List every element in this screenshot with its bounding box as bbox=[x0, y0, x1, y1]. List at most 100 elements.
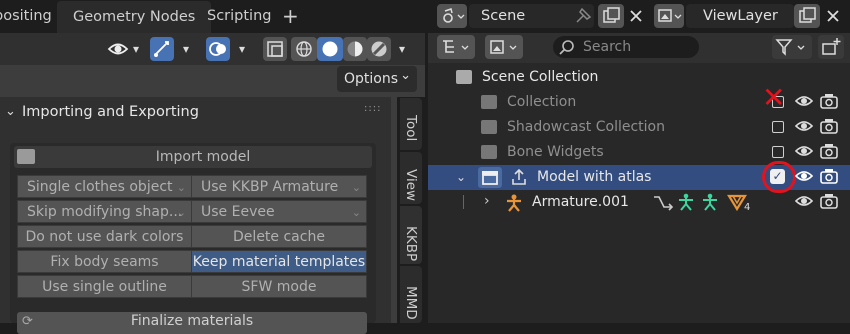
tab-scripting[interactable]: Scripting bbox=[199, 0, 279, 33]
wireframe-sphere-icon bbox=[296, 41, 312, 57]
single-outline-toggle[interactable]: Use single outline bbox=[17, 275, 192, 298]
delete-viewlayer-button[interactable] bbox=[821, 4, 845, 28]
new-collection-button[interactable] bbox=[818, 35, 844, 59]
shapekeys-dropdown[interactable]: Skip modifying shap... ⌄ bbox=[17, 200, 192, 223]
new-viewlayer-button[interactable] bbox=[794, 4, 820, 28]
chevron-down-icon[interactable]: ⌄ bbox=[5, 104, 16, 119]
button-label: SFW mode bbox=[241, 279, 317, 295]
pose-icon bbox=[676, 192, 696, 216]
xray-toggle[interactable] bbox=[263, 37, 287, 61]
sfw-mode-toggle[interactable]: SFW mode bbox=[191, 275, 367, 298]
delete-cache-toggle[interactable]: Delete cache bbox=[191, 225, 367, 248]
armature-dropdown[interactable]: Use KKBP Armature ⌄ bbox=[191, 175, 367, 198]
camera-icon[interactable] bbox=[820, 118, 838, 138]
chevron-right-icon[interactable]: › bbox=[484, 193, 490, 209]
add-workspace-button[interactable]: + bbox=[274, 0, 307, 33]
chevron-down-icon: ⌄ bbox=[176, 181, 186, 194]
keep-templates-toggle[interactable]: Keep material templates bbox=[191, 250, 367, 273]
exclude-checkbox[interactable] bbox=[772, 146, 784, 158]
mesh-count: 4 bbox=[744, 202, 751, 213]
funnel-icon bbox=[775, 39, 805, 56]
chevron-down-icon[interactable]: ▾ bbox=[232, 37, 252, 61]
overlays-toggle[interactable] bbox=[206, 37, 230, 61]
tab-view[interactable]: View bbox=[400, 152, 422, 204]
button-label: Single clothes object bbox=[27, 179, 173, 195]
collection-label: Shadowcast Collection bbox=[507, 119, 665, 135]
camera-icon[interactable] bbox=[820, 168, 838, 188]
collection-icon bbox=[481, 120, 497, 134]
button-label: Do not use dark colors bbox=[25, 229, 184, 245]
eye-icon[interactable] bbox=[794, 167, 814, 189]
chevron-down-icon: ⌄ bbox=[351, 181, 361, 194]
import-model-title: Import model bbox=[155, 149, 251, 165]
eye-icon[interactable] bbox=[794, 117, 814, 139]
eye-icon[interactable] bbox=[794, 192, 814, 214]
close-icon bbox=[827, 10, 839, 22]
drag-grip-icon[interactable]: :::: bbox=[364, 103, 381, 114]
exclude-checkbox[interactable] bbox=[772, 121, 784, 133]
scene-icon bbox=[443, 8, 465, 23]
annotation-circle bbox=[762, 161, 796, 193]
outliner-row[interactable] bbox=[428, 190, 850, 215]
filter-dropdown[interactable] bbox=[772, 35, 812, 59]
material-shading-button[interactable] bbox=[343, 37, 367, 61]
viewlayer-selector-button[interactable] bbox=[654, 4, 684, 28]
rendered-shading-button[interactable] bbox=[367, 37, 391, 61]
rendered-sphere-icon bbox=[371, 41, 387, 57]
viewlayer-name: ViewLayer bbox=[703, 8, 778, 24]
viewlayer-name-field[interactable]: ViewLayer bbox=[686, 4, 794, 28]
refresh-icon: ⟳ bbox=[22, 314, 33, 329]
options-button[interactable]: Options ⌄ bbox=[337, 66, 417, 92]
material-sphere-icon bbox=[347, 41, 363, 57]
constraint-icon bbox=[652, 193, 674, 215]
chevron-down-icon[interactable]: ▾ bbox=[126, 37, 146, 61]
collection-label: Collection bbox=[507, 94, 577, 110]
eye-icon[interactable] bbox=[794, 142, 814, 164]
pin-scene-icon[interactable] bbox=[573, 6, 593, 30]
collection-icon bbox=[482, 171, 498, 185]
filter-type-dropdown[interactable] bbox=[485, 35, 523, 59]
button-label: Use Eevee bbox=[201, 204, 275, 220]
collection-label: Bone Widgets bbox=[507, 144, 604, 160]
collection-icon bbox=[481, 145, 497, 159]
solid-shading-button[interactable] bbox=[317, 37, 343, 61]
tab-kkbp[interactable]: KKBP bbox=[400, 206, 422, 264]
button-label: Finalize materials bbox=[130, 313, 254, 329]
options-label: Options bbox=[344, 71, 399, 87]
xray-icon bbox=[267, 41, 283, 57]
chevron-down-icon[interactable]: ▾ bbox=[176, 37, 196, 61]
scene-selector-button[interactable] bbox=[437, 4, 467, 28]
dark-colors-toggle[interactable]: Do not use dark colors bbox=[17, 225, 192, 248]
chevron-down-icon[interactable]: ▾ bbox=[392, 37, 412, 61]
new-scene-button[interactable] bbox=[598, 4, 624, 28]
delete-scene-button[interactable] bbox=[624, 4, 648, 28]
button-label: Skip modifying shap... bbox=[27, 204, 183, 220]
search-icon bbox=[559, 39, 575, 59]
tab-geometry-nodes[interactable]: Geometry Nodes bbox=[57, 1, 212, 33]
fix-body-seams-toggle[interactable]: Fix body seams bbox=[17, 250, 192, 273]
wireframe-shading-button[interactable] bbox=[291, 37, 317, 61]
bone-data-icon bbox=[700, 192, 720, 216]
chevron-down-icon[interactable]: ⌄ bbox=[456, 170, 466, 184]
tab-label: MMD bbox=[403, 285, 419, 320]
chevron-down-icon: ⌄ bbox=[176, 206, 186, 219]
scene-collection-label[interactable]: Scene Collection bbox=[482, 65, 598, 90]
button-label: Delete cache bbox=[233, 229, 325, 245]
finalize-materials-button[interactable]: Finalize materials bbox=[17, 312, 367, 334]
tab-label: KKBP bbox=[403, 226, 419, 262]
camera-icon[interactable] bbox=[820, 143, 838, 163]
camera-icon[interactable] bbox=[820, 93, 838, 113]
button-label: Use KKBP Armature bbox=[201, 179, 339, 195]
outliner-icon bbox=[443, 40, 469, 53]
single-clothes-dropdown[interactable]: Single clothes object ⌄ bbox=[17, 175, 192, 198]
tab-tool[interactable]: Tool bbox=[400, 98, 422, 150]
tab-mmd[interactable]: MMD bbox=[400, 266, 422, 323]
eye-icon[interactable] bbox=[794, 92, 814, 114]
gizmo-toggle[interactable] bbox=[150, 37, 174, 61]
tab-compositing[interactable]: positing bbox=[0, 0, 60, 33]
display-mode-dropdown[interactable] bbox=[437, 35, 475, 59]
chevron-down-icon: ⌄ bbox=[400, 68, 411, 83]
camera-icon[interactable] bbox=[820, 193, 838, 213]
armature-icon bbox=[504, 192, 524, 216]
renderer-dropdown[interactable]: Use Eevee ⌄ bbox=[191, 200, 367, 223]
